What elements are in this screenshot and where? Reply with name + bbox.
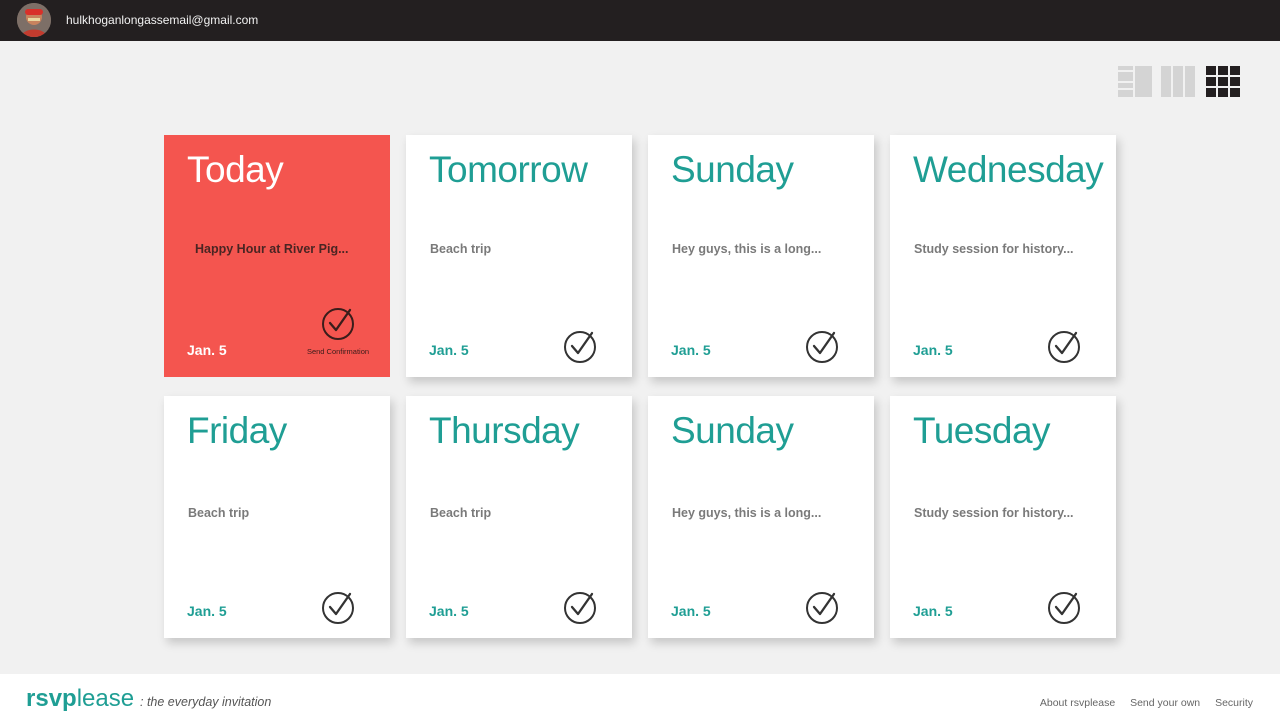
check-circle-icon[interactable] bbox=[805, 591, 839, 625]
card-description: Hey guys, this is a long... bbox=[672, 242, 822, 256]
user-avatar-icon bbox=[17, 3, 51, 37]
check-circle-icon[interactable] bbox=[563, 330, 597, 364]
card-day: Tomorrow bbox=[429, 149, 588, 190]
avatar[interactable] bbox=[17, 3, 51, 37]
card-day: Wednesday bbox=[913, 149, 1104, 190]
column-view-button[interactable] bbox=[1161, 66, 1195, 97]
grid-view-icon bbox=[1206, 66, 1240, 97]
list-view-icon bbox=[1118, 66, 1152, 97]
event-card[interactable]: Today Happy Hour at River Pig... Jan. 5 … bbox=[164, 135, 390, 377]
check-circle-icon[interactable] bbox=[563, 591, 597, 625]
card-description: Study session for history... bbox=[914, 506, 1074, 520]
card-date: Jan. 5 bbox=[429, 603, 469, 619]
about-link[interactable]: About rsvplease bbox=[1040, 697, 1115, 709]
check-circle-icon[interactable] bbox=[321, 307, 355, 341]
card-day: Friday bbox=[187, 410, 287, 451]
card-date: Jan. 5 bbox=[913, 342, 953, 358]
event-card[interactable]: Tuesday Study session for history... Jan… bbox=[890, 396, 1116, 638]
card-date: Jan. 5 bbox=[429, 342, 469, 358]
check-circle-icon[interactable] bbox=[805, 330, 839, 364]
event-card[interactable]: Wednesday Study session for history... J… bbox=[890, 135, 1116, 377]
event-card[interactable]: Tomorrow Beach trip Jan. 5 bbox=[406, 135, 632, 377]
card-date: Jan. 5 bbox=[671, 342, 711, 358]
card-description: Hey guys, this is a long... bbox=[672, 506, 822, 520]
user-email: hulkhoganlongassemail@gmail.com bbox=[66, 13, 259, 27]
top-bar: hulkhoganlongassemail@gmail.com bbox=[0, 0, 1280, 41]
footer-links: About rsvplease Send your own Security bbox=[1028, 697, 1253, 709]
brand-bold: rsvp bbox=[26, 685, 77, 712]
card-date: Jan. 5 bbox=[671, 603, 711, 619]
footer: rsvplease : the everyday invitation Abou… bbox=[0, 674, 1280, 722]
card-description: Study session for history... bbox=[914, 242, 1074, 256]
list-view-button[interactable] bbox=[1118, 66, 1152, 97]
event-card[interactable]: Friday Beach trip Jan. 5 bbox=[164, 396, 390, 638]
send-your-own-link[interactable]: Send your own bbox=[1130, 697, 1200, 709]
card-day: Tuesday bbox=[913, 410, 1051, 451]
card-description: Beach trip bbox=[188, 506, 250, 520]
brand-tagline: : the everyday invitation bbox=[140, 695, 272, 709]
brand-logo[interactable]: rsvplease bbox=[26, 685, 134, 713]
column-view-icon bbox=[1161, 66, 1195, 97]
security-link[interactable]: Security bbox=[1215, 697, 1253, 709]
brand-light: lease bbox=[76, 685, 135, 712]
card-day: Sunday bbox=[671, 149, 794, 190]
send-confirmation-label[interactable]: Send Confirmation bbox=[304, 347, 372, 356]
card-day: Sunday bbox=[671, 410, 794, 451]
card-date: Jan. 5 bbox=[913, 603, 953, 619]
card-day: Today bbox=[187, 149, 284, 190]
check-circle-icon[interactable] bbox=[1047, 330, 1081, 364]
event-card[interactable]: Sunday Hey guys, this is a long... Jan. … bbox=[648, 396, 874, 638]
event-card[interactable]: Sunday Hey guys, this is a long... Jan. … bbox=[648, 135, 874, 377]
grid-view-button[interactable] bbox=[1206, 66, 1240, 97]
check-circle-icon[interactable] bbox=[321, 591, 355, 625]
card-day: Thursday bbox=[429, 410, 580, 451]
card-date: Jan. 5 bbox=[187, 603, 227, 619]
check-circle-icon[interactable] bbox=[1047, 591, 1081, 625]
card-description: Happy Hour at River Pig... bbox=[195, 242, 349, 256]
card-description: Beach trip bbox=[430, 506, 492, 520]
card-description: Beach trip bbox=[430, 242, 492, 256]
event-card[interactable]: Thursday Beach trip Jan. 5 bbox=[406, 396, 632, 638]
card-date: Jan. 5 bbox=[187, 342, 227, 358]
